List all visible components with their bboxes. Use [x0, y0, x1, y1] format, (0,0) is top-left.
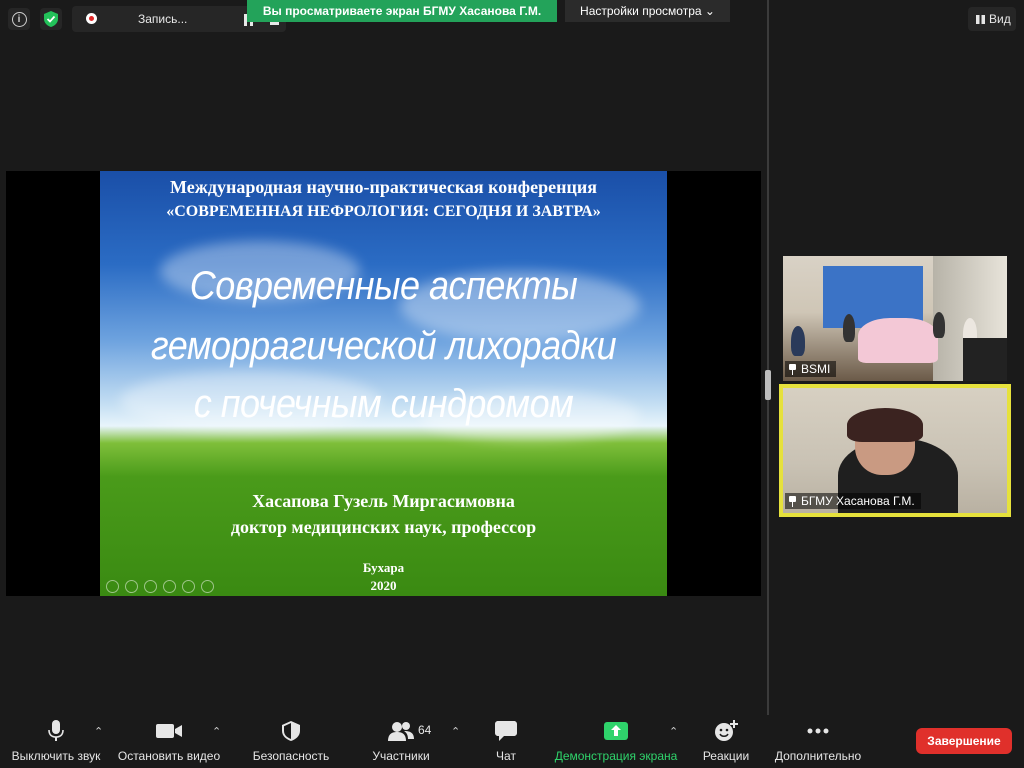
participant-name-tag: BSMI	[785, 361, 837, 377]
flower-table-image	[858, 318, 938, 363]
conference-title-line1: Международная научно-практическая конфер…	[170, 177, 597, 197]
video-options-chevron-icon[interactable]: ⌃	[212, 725, 221, 738]
shield-icon	[282, 721, 300, 741]
slide-degree: доктор медицинских наук, профессор	[230, 517, 537, 537]
recording-label: Запись...	[138, 12, 188, 26]
participant-name-tag: БГМУ Хасанова Г.М.	[785, 493, 921, 509]
slides-icon	[163, 580, 176, 593]
view-button-label: Вид	[989, 12, 1011, 26]
security-label: Безопасность	[252, 749, 330, 763]
share-screen-button[interactable]: Демонстрация экрана	[553, 719, 679, 765]
slide-author: Хасапова Гузель Миргасимовна	[252, 491, 515, 511]
end-meeting-button[interactable]: Завершение	[916, 728, 1012, 754]
meeting-toolbar: Выключить звук ⌃ Остановить видео ⌃ Безо…	[0, 715, 1024, 768]
chat-label: Чат	[496, 749, 516, 763]
stop-video-label: Остановить видео	[117, 749, 221, 763]
more-icon	[201, 580, 214, 593]
slide-city: Бухара	[362, 560, 405, 575]
mute-button[interactable]: Выключить звук	[8, 719, 104, 765]
next-slide-icon	[125, 580, 138, 593]
view-options-dropdown[interactable]: Настройки просмотра ⌄	[565, 0, 730, 22]
resize-handle[interactable]	[765, 370, 771, 400]
stop-video-button[interactable]: Остановить видео	[116, 719, 222, 765]
participants-count: 64	[418, 723, 432, 737]
reactions-button[interactable]: Реакции	[700, 719, 752, 765]
video-camera-icon	[156, 724, 182, 738]
view-button[interactable]: Вид	[968, 7, 1016, 31]
presentation-slide: Международная научно-практическая конфер…	[100, 171, 667, 596]
slide-title-line1: Современные аспекты	[189, 262, 578, 308]
more-label: Дополнительно	[774, 749, 862, 763]
meeting-info-button[interactable]: i	[8, 8, 30, 30]
participants-options-chevron-icon[interactable]: ⌃	[451, 725, 460, 738]
pin-icon	[788, 495, 797, 507]
participants-label: Участники	[372, 749, 430, 763]
encryption-shield-button[interactable]	[40, 8, 62, 30]
share-screen-label: Демонстрация экрана	[554, 749, 678, 763]
panel-divider	[767, 0, 769, 715]
shield-check-icon	[44, 11, 58, 27]
participant-name: БГМУ Хасанова Г.М.	[801, 494, 915, 508]
more-button[interactable]: Дополнительно	[772, 719, 864, 765]
active-speaker-tile[interactable]: БГМУ Хасанова Г.М.	[779, 384, 1011, 517]
smiley-plus-icon	[715, 720, 738, 741]
slideshow-controls	[106, 580, 214, 593]
participants-icon	[388, 722, 414, 741]
info-icon: i	[11, 11, 27, 27]
mute-label: Выключить звук	[11, 749, 101, 763]
prev-slide-icon	[106, 580, 119, 593]
share-screen-icon	[604, 722, 628, 740]
participant-name: BSMI	[801, 362, 831, 376]
chat-bubble-icon	[495, 721, 517, 741]
zoom-icon	[182, 580, 195, 593]
pen-icon	[144, 580, 157, 593]
chat-button[interactable]: Чат	[486, 719, 526, 765]
microphone-icon	[48, 720, 64, 741]
security-button[interactable]: Безопасность	[250, 719, 332, 765]
participant-video-tile[interactable]: BSMI	[783, 256, 1007, 381]
slide-title-line2: геморрагической лихорадки	[150, 322, 617, 368]
recording-icon	[86, 13, 97, 24]
view-grid-icon	[976, 15, 985, 25]
audio-options-chevron-icon[interactable]: ⌃	[94, 725, 103, 738]
viewing-screen-banner: Вы просматриваете экран БГМУ Хасанова Г.…	[247, 0, 557, 22]
ellipsis-icon	[807, 728, 829, 734]
conference-title-line2: «СОВРЕМЕННАЯ НЕФРОЛОГИЯ: СЕГОДНЯ И ЗАВТР…	[166, 203, 601, 220]
share-options-chevron-icon[interactable]: ⌃	[669, 725, 678, 738]
reactions-label: Реакции	[702, 749, 750, 763]
pin-icon	[788, 363, 797, 375]
speaker-video: БГМУ Хасанова Г.М.	[783, 388, 1007, 513]
slide-title-line3: с почечным синдромом	[193, 380, 574, 426]
